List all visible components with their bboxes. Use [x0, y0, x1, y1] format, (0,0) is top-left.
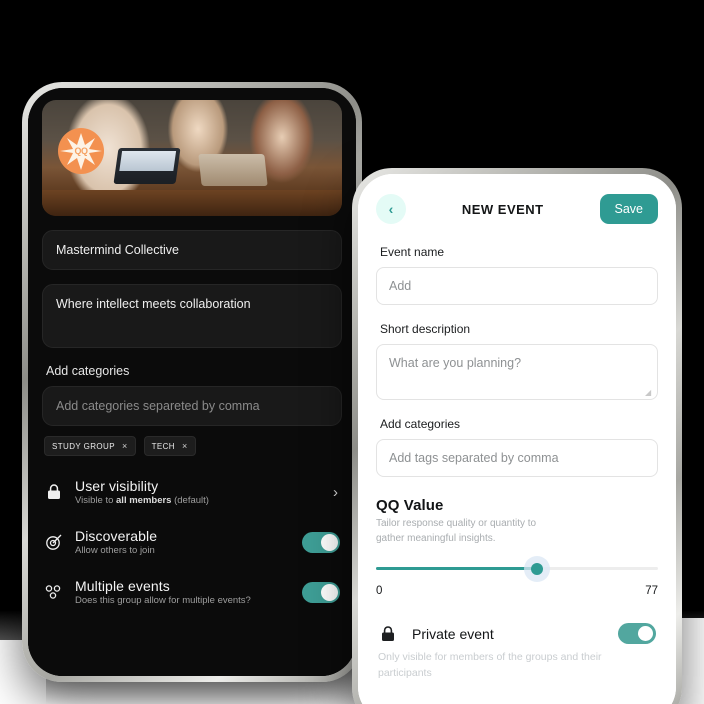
close-icon[interactable]: ×	[122, 441, 128, 451]
qq-value-slider[interactable]	[376, 556, 658, 582]
target-icon	[44, 533, 64, 551]
group-name-input[interactable]: Mastermind Collective	[42, 230, 342, 270]
lock-icon	[44, 484, 64, 500]
save-button[interactable]: Save	[599, 194, 658, 224]
slider-min-value: 0	[376, 585, 383, 597]
toggle-private-event[interactable]	[618, 623, 656, 644]
group-cover-image: QQ	[42, 100, 342, 216]
lock-icon	[378, 625, 398, 642]
toggle-knob	[321, 583, 338, 601]
setting-title: Discoverable	[75, 528, 158, 544]
short-description-label: Short description	[380, 322, 471, 336]
bottom-fade-overlay	[358, 688, 676, 704]
table-surface	[42, 190, 342, 216]
setting-subtitle: Allow others to join	[75, 545, 155, 556]
close-icon[interactable]: ×	[182, 441, 188, 451]
right-phone-mockup: ‹ NEW EVENT Save Event name Add Short de…	[352, 168, 682, 704]
short-description-placeholder: What are you planning?	[389, 356, 522, 370]
setting-texts: Multiple events Does this group allow fo…	[75, 578, 291, 606]
setting-texts: User visibility Visible to all members (…	[75, 478, 322, 506]
people-icon	[44, 583, 64, 601]
toggle-knob	[638, 626, 653, 641]
qq-value-subtitle: Tailor response quality or quantity to g…	[376, 518, 537, 544]
right-phone-screen: ‹ NEW EVENT Save Event name Add Short de…	[358, 174, 676, 704]
toggle-knob	[321, 533, 338, 551]
short-description-textarea[interactable]: What are you planning? ◢	[376, 344, 658, 400]
setting-subtitle: Does this group allow for multiple event…	[75, 595, 251, 606]
group-settings-screen: QQ Mastermind Collective Where intellect…	[28, 88, 356, 676]
laptop-right	[198, 154, 268, 186]
left-phone-screen: QQ Mastermind Collective Where intellect…	[28, 88, 356, 676]
setting-subtitle: Visible to all members (default)	[75, 495, 209, 506]
toggle-multiple-events[interactable]	[302, 581, 340, 603]
left-phone-mockup: QQ Mastermind Collective Where intellect…	[22, 82, 362, 682]
tag-list: STUDY GROUP × TECH ×	[44, 436, 342, 456]
group-description-input[interactable]: Where intellect meets collaboration	[42, 284, 342, 348]
qq-value-title: QQ Value	[376, 497, 444, 514]
chevron-left-icon[interactable]: ‹	[376, 194, 406, 224]
event-name-input[interactable]: Add	[376, 267, 658, 305]
add-categories-input[interactable]: Add tags separated by comma	[376, 439, 658, 477]
setting-title: User visibility	[75, 478, 159, 494]
page-title: NEW EVENT	[461, 201, 544, 217]
tag-label: STUDY GROUP	[52, 441, 115, 451]
tag-label: TECH	[151, 441, 175, 451]
resize-grip-icon[interactable]: ◢	[645, 388, 653, 397]
slider-max-value: 77	[645, 585, 658, 597]
add-categories-input[interactable]: Add categories separeted by comma	[42, 386, 342, 426]
toggle-discoverable[interactable]	[302, 531, 340, 553]
new-event-screen: ‹ NEW EVENT Save Event name Add Short de…	[358, 174, 676, 704]
event-name-label: Event name	[380, 245, 445, 259]
private-event-title: Private event	[412, 625, 494, 642]
setting-texts: Discoverable Allow others to join	[75, 528, 291, 556]
screenshot-root: QQ Mastermind Collective Where intellect…	[0, 0, 704, 704]
setting-row-user-visibility[interactable]: User visibility Visible to all members (…	[42, 478, 342, 506]
starburst-icon[interactable]: QQ	[58, 128, 104, 174]
slider-thumb[interactable]	[530, 563, 543, 575]
setting-row-private-event[interactable]: Private event	[376, 623, 658, 644]
slider-fill	[376, 567, 537, 570]
add-categories-label: Add categories	[380, 417, 461, 431]
bottom-fade-overlay	[28, 616, 356, 676]
laptop-left	[113, 148, 181, 184]
chevron-right-icon[interactable]: ›	[333, 484, 342, 501]
setting-title: Multiple events	[75, 578, 170, 594]
setting-row-multiple-events[interactable]: Multiple events Does this group allow fo…	[42, 578, 342, 606]
tag-chip[interactable]: STUDY GROUP ×	[44, 436, 136, 456]
setting-row-discoverable[interactable]: Discoverable Allow others to join	[42, 528, 342, 556]
badge-label: QQ	[74, 146, 88, 156]
add-categories-label: Add categories	[46, 364, 130, 378]
top-bar: ‹ NEW EVENT Save	[376, 190, 658, 228]
qq-value-section: QQ Value Tailor response quality or quan…	[376, 497, 658, 546]
slider-value-labels: 0 77	[376, 585, 658, 597]
private-event-subtitle: Only visible for members of the groups a…	[378, 651, 602, 679]
tag-chip[interactable]: TECH ×	[143, 436, 196, 456]
